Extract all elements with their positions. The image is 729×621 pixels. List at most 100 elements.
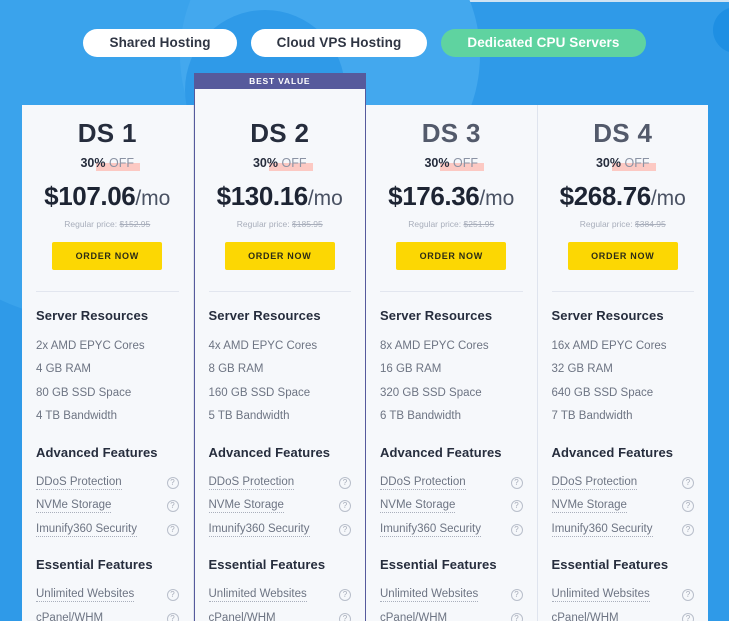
plan-column: BEST VALUE DS 2 30% OFF $130.16/mo Regular p… (193, 73, 366, 621)
feature-label[interactable]: cPanel/WHM (209, 612, 276, 621)
help-icon[interactable]: ? (510, 523, 523, 536)
plan-header: DS 1 30% OFF $107.06/mo Regular price: $152… (36, 105, 179, 270)
regular-price-value: $384.95 (635, 218, 666, 229)
feature-label[interactable]: NVMe Storage (551, 499, 627, 514)
essential-features-list: Unlimited Websites?cPanel/WHM?All Import… (551, 583, 694, 621)
discount-badge: 30% OFF (595, 155, 656, 171)
help-icon[interactable]: ? (339, 523, 351, 536)
feature-row: cPanel/WHM? (209, 607, 351, 621)
top-hairline (0, 0, 729, 2)
regular-price-value: $152.95 (119, 218, 151, 229)
discount-off-label: OFF (624, 155, 650, 170)
plan-name: DS 4 (593, 118, 653, 148)
help-icon[interactable]: ? (682, 589, 694, 602)
feature-label[interactable]: cPanel/WHM (36, 612, 103, 621)
feature-label[interactable]: DDoS Protection (380, 476, 466, 490)
feature-label[interactable]: DDoS Protection (551, 476, 638, 490)
feature-row: DDoS Protection? (380, 471, 523, 495)
order-now-button[interactable]: ORDER NOW (224, 241, 335, 270)
feature-label[interactable]: Imunify360 Security (208, 523, 310, 537)
help-icon[interactable]: ? (510, 500, 523, 513)
help-icon[interactable]: ? (339, 476, 351, 489)
help-icon[interactable]: ? (339, 589, 351, 602)
resource-item: 4 TB Bandwidth (36, 410, 117, 423)
server-resources-list: 4x AMD EPYC Cores 8 GB RAM 160 GB SSD Spac… (209, 335, 352, 429)
price-amount: $176.36 (388, 180, 480, 211)
advanced-features-title: Advanced Features (208, 444, 331, 460)
resource-item: 8 GB RAM (208, 363, 264, 376)
feature-row: DDoS Protection? (208, 471, 351, 495)
regular-price-label: Regular price: (579, 218, 633, 229)
feature-label[interactable]: Unlimited Websites (208, 588, 307, 603)
help-icon[interactable]: ? (682, 612, 694, 621)
feature-label[interactable]: NVMe Storage (36, 499, 112, 514)
help-icon[interactable]: ? (166, 476, 179, 489)
plan-header: DS 2 30% OFF $130.16/mo Regular price: $185… (209, 105, 352, 270)
essential-features-title: Essential Features (208, 557, 326, 573)
help-icon[interactable]: ? (166, 612, 179, 621)
help-icon[interactable]: ? (510, 612, 523, 621)
order-now-button[interactable]: ORDER NOW (567, 241, 678, 270)
help-icon[interactable]: ? (682, 500, 694, 513)
help-icon[interactable]: ? (682, 523, 694, 536)
feature-label[interactable]: DDoS Protection (36, 476, 122, 490)
best-value-badge: BEST VALUE (193, 73, 366, 89)
feature-label[interactable]: Imunify360 Security (380, 523, 481, 537)
help-icon[interactable]: ? (339, 500, 351, 513)
server-resources-title: Server Resources (208, 307, 321, 323)
essential-features-list: Unlimited Websites?cPanel/WHM?All Import… (36, 583, 179, 621)
help-icon[interactable]: ? (339, 612, 351, 621)
feature-label[interactable]: cPanel/WHM (552, 612, 619, 621)
resource-item: 7 TB Bandwidth (551, 410, 633, 423)
feature-label[interactable]: NVMe Storage (208, 499, 284, 514)
discount-percent: 30% (595, 155, 622, 170)
advanced-features-list: DDoS Protection? NVMe Storage? Imunify360 … (208, 471, 351, 542)
feature-row: Unlimited Websites? (36, 583, 179, 607)
tab-shared-hosting[interactable]: Shared Hosting (83, 29, 237, 57)
feature-label[interactable]: NVMe Storage (380, 499, 456, 514)
regular-price-value: $185.95 (292, 218, 323, 229)
feature-label[interactable]: Imunify360 Security (551, 523, 653, 537)
pricing-table: DS 1 30% OFF $107.06/mo Regular price: $152… (22, 73, 708, 621)
order-now-button[interactable]: ORDER NOW (52, 241, 163, 270)
feature-label[interactable]: Unlimited Websites (380, 588, 479, 603)
feature-row: Unlimited Websites? (551, 583, 694, 607)
regular-price: Regular price: $152.95 (36, 219, 179, 229)
feature-label[interactable]: cPanel/WHM (380, 612, 447, 621)
feature-row: DDoS Protection? (551, 471, 694, 495)
feature-label[interactable]: Unlimited Websites (551, 588, 650, 603)
feature-row: Imunify360 Security? (551, 518, 694, 542)
help-icon[interactable]: ? (166, 589, 179, 602)
feature-label[interactable]: Unlimited Websites (36, 588, 135, 603)
essential-features-list: Unlimited Websites?cPanel/WHM?All Import… (208, 583, 351, 621)
essential-features-title: Essential Features (380, 557, 497, 573)
plan-header: DS 4 30% OFF $268.76/mo Regular price: $384… (552, 105, 695, 270)
feature-label[interactable]: Imunify360 Security (36, 523, 137, 537)
discount-percent: 30% (424, 155, 450, 170)
price-amount: $107.06 (44, 180, 136, 211)
help-icon[interactable]: ? (166, 500, 179, 513)
server-resources-title: Server Resources (36, 307, 149, 323)
order-now-button[interactable]: ORDER NOW (396, 241, 507, 270)
resource-item: 640 GB SSD Space (551, 386, 654, 399)
price-period: /mo (307, 186, 343, 210)
tab-cloud-vps-hosting[interactable]: Cloud VPS Hosting (250, 29, 428, 57)
feature-row: Imunify360 Security? (208, 518, 351, 542)
advanced-features-title: Advanced Features (36, 444, 158, 460)
tab-dedicated-cpu-servers[interactable]: Dedicated CPU Servers (441, 29, 646, 57)
discount-percent: 30% (80, 155, 106, 170)
section-divider (380, 290, 523, 292)
help-icon[interactable]: ? (682, 476, 694, 489)
help-icon[interactable]: ? (510, 589, 523, 602)
regular-price-label: Regular price: (64, 218, 118, 229)
resource-item: 16x AMD EPYC Cores (551, 339, 667, 352)
feature-label[interactable]: DDoS Protection (208, 476, 295, 490)
advanced-features-list: DDoS Protection? NVMe Storage? Imunify360 … (36, 471, 179, 542)
resource-item: 5 TB Bandwidth (208, 410, 290, 423)
plan-price: $268.76/mo (552, 181, 695, 212)
help-icon[interactable]: ? (166, 523, 179, 536)
server-resources-title: Server Resources (551, 307, 664, 323)
help-icon[interactable]: ? (510, 476, 523, 489)
advanced-features-list: DDoS Protection? NVMe Storage? Imunify360 … (380, 471, 523, 542)
pricing-page: Shared Hosting Cloud VPS Hosting Dedicated… (0, 0, 729, 621)
